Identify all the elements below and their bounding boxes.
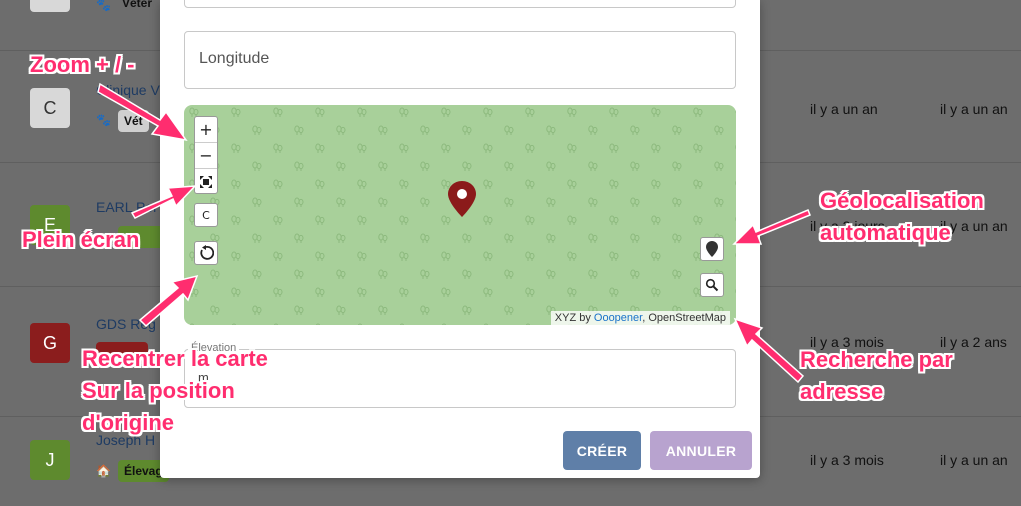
- annotation-geoloc-2: automatique: [820, 220, 951, 245]
- annotation-recenter-1: Recentrer la carte: [82, 346, 268, 371]
- annotation-recenter-3: d'origine: [82, 410, 175, 435]
- annotation-search-1: Recherche par: [800, 347, 953, 372]
- annotation-zoom: Zoom + / -: [30, 52, 135, 77]
- annotation-search-2: adresse: [800, 379, 884, 404]
- annotation-geoloc-1: Géolocalisation: [820, 188, 984, 213]
- annotation-fullscreen: Plein écran: [22, 227, 140, 252]
- annotation-recenter-2: Sur la position: [82, 378, 235, 403]
